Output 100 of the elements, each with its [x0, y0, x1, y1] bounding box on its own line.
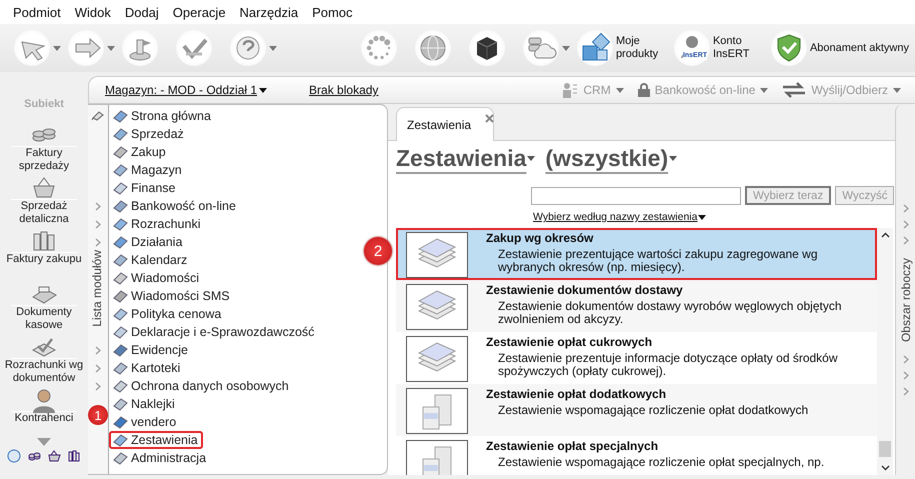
report-title: Zestawienie opłat cukrowych — [486, 335, 654, 349]
module-item[interactable]: Strona główna — [109, 107, 216, 125]
caret-icon — [562, 46, 570, 50]
module-item[interactable]: Polityka cenowa — [109, 305, 226, 323]
report-item[interactable]: Zakup wg okresów Zestawienie prezentujące wartości zakupu zagregowane wg wybranych okresów (np. miesięcy). — [396, 228, 877, 280]
caret-icon — [616, 88, 624, 92]
module-item[interactable]: Ochrona danych osobowych — [109, 377, 294, 395]
report-title: Zestawienie opłat specjalnych — [486, 439, 660, 453]
module-icon — [112, 396, 128, 412]
toolbar-link[interactable]: Moje produkty — [576, 30, 668, 66]
report-item[interactable]: Zestawienie opłat specjalnych Zestawienie wspomagające rozliczenie opłat specjalnych, np. — [396, 436, 877, 475]
module-icon — [112, 450, 128, 466]
search-field[interactable] — [531, 186, 741, 204]
menu-item[interactable]: Dodaj — [118, 4, 166, 20]
report-item[interactable]: Zestawienie dokumentów dostawy Zestawienie dokumentów dostawy wyrobów węglowych objętych zwolnieniem od akcyzy. — [396, 280, 877, 332]
menu-item[interactable]: Widok — [68, 4, 118, 20]
module-icon — [112, 432, 128, 448]
report-description: Zestawienie wspomagające rozliczenie opłat dodatkowych — [497, 404, 810, 417]
module-icon — [112, 216, 128, 232]
report-title: Zestawienie dokumentów dostawy — [486, 283, 684, 297]
caret-icon — [893, 88, 901, 92]
scroll-thumb[interactable] — [879, 441, 891, 457]
module-item[interactable]: Zakup — [109, 143, 171, 161]
caret-icon — [269, 46, 277, 50]
caret-icon — [527, 156, 536, 161]
module-icon — [112, 108, 128, 124]
report-item[interactable]: Zestawienie opłat dodatkowych Zestawienie wspomagające rozliczenie opłat dodatkowych — [396, 384, 877, 436]
books-icon — [66, 448, 82, 464]
nav-item[interactable]: Dokumenty kasowe — [1, 279, 87, 332]
filter-dropdown[interactable]: (wszystkie) — [545, 145, 678, 172]
panel-title: Lista modułów — [90, 250, 104, 327]
warehouse-selector[interactable]: Magazyn: - MOD - Oddział 1 — [105, 83, 268, 97]
caret-icon — [259, 88, 268, 92]
app-logo: Subiekt — [24, 98, 64, 110]
basket-icon — [46, 448, 62, 464]
module-item[interactable]: Sprzedaż — [109, 125, 189, 143]
arrows-icon — [782, 82, 806, 98]
caret-icon — [760, 88, 768, 92]
nav-item[interactable]: Kontrahenci — [1, 385, 87, 438]
caret-icon — [53, 46, 61, 50]
nav-item[interactable]: Sprzedaż detaliczna — [1, 173, 87, 226]
expand-icon — [37, 438, 51, 446]
report-description: Zestawienie prezentujące wartości zakupu zagregowane wg wybranych okresów (np. miesięcy). — [497, 248, 819, 274]
module-icon — [112, 162, 128, 178]
module-item[interactable]: Magazyn — [109, 161, 187, 179]
category-dropdown[interactable]: Zestawienia — [396, 145, 536, 172]
menu-item[interactable]: Operacje — [166, 4, 233, 20]
close-icon — [485, 114, 494, 123]
scrollbar[interactable] — [877, 228, 893, 475]
sort-link[interactable]: Wybierz według nazwy zestawienia — [533, 211, 706, 223]
menu-item[interactable]: Podmiot — [6, 4, 68, 20]
module-icon — [112, 234, 128, 250]
scroll-up-icon — [880, 232, 890, 238]
module-icon — [112, 378, 128, 394]
menu-item[interactable]: Narzędzia — [232, 4, 306, 20]
person-icon — [562, 82, 578, 98]
menu-item[interactable]: Pomoc — [305, 4, 360, 20]
module-item[interactable]: Kalendarz — [109, 251, 192, 269]
report-item[interactable]: Zestawienie opłat cukrowych Zestawienie prezentuje informacje dotyczące opłaty od środków spożywczych (opłaty cukrowej). — [396, 332, 877, 384]
module-item[interactable]: Ewidencje — [109, 341, 193, 359]
report-title: Zakup wg okresów — [486, 231, 594, 245]
lock-icon — [638, 83, 650, 97]
module-item[interactable]: vendero — [109, 413, 182, 431]
module-item[interactable]: Wiadomości — [109, 269, 204, 287]
tab[interactable]: Zestawienia — [396, 107, 494, 141]
nav-item[interactable]: Rozrachunki wg dokumentów — [1, 332, 87, 385]
lock-status-link[interactable]: Brak blokady — [309, 83, 378, 97]
module-icon — [112, 252, 128, 268]
module-icon — [112, 324, 128, 340]
nav-item[interactable]: Faktury sprzedaży — [1, 120, 87, 173]
module-icon — [112, 198, 128, 214]
toolbar-link[interactable]: Abonament aktywny — [770, 30, 909, 66]
module-icon — [112, 126, 128, 142]
module-icon — [112, 180, 128, 196]
module-item[interactable]: Administracja — [109, 449, 212, 467]
module-item[interactable]: Zestawienia — [109, 431, 203, 449]
report-title: Zestawienie opłat dodatkowych — [486, 387, 668, 401]
module-icon — [112, 144, 128, 160]
caret-icon — [107, 46, 115, 50]
report-description: Zestawienie wspomagające rozliczenie opłat specjalnych, np. — [497, 456, 826, 469]
nav-item[interactable]: Faktury zakupu — [1, 226, 87, 279]
module-item[interactable]: Rozrachunki — [109, 215, 206, 233]
module-item[interactable]: Deklaracje i e-Sprawozdawczość — [109, 323, 320, 341]
module-item[interactable]: Działania — [109, 233, 188, 251]
module-item[interactable]: Wiadomości SMS — [109, 287, 235, 305]
module-icon — [112, 288, 128, 304]
module-item[interactable]: Bankowość on-line — [109, 197, 241, 215]
report-description: Zestawienie dokumentów dostawy wyrobów węglowych objętych zwolnieniem od akcyzy. — [497, 300, 842, 326]
module-item[interactable]: Kartoteki — [109, 359, 186, 377]
module-icon — [112, 342, 128, 358]
report-description: Zestawienie prezentuje informacje dotyczące opłaty od środków spożywczych (opłaty cukrowej). — [497, 352, 839, 378]
module-icon — [112, 306, 128, 322]
scroll-down-icon — [880, 465, 890, 471]
pin-icon — [91, 109, 105, 121]
module-icon — [112, 414, 128, 430]
panel-title: Obszar roboczy — [898, 258, 912, 342]
caret-icon — [698, 214, 706, 220]
module-item[interactable]: Naklejki — [109, 395, 180, 413]
module-item[interactable]: Finanse — [109, 179, 180, 197]
module-icon — [112, 270, 128, 286]
